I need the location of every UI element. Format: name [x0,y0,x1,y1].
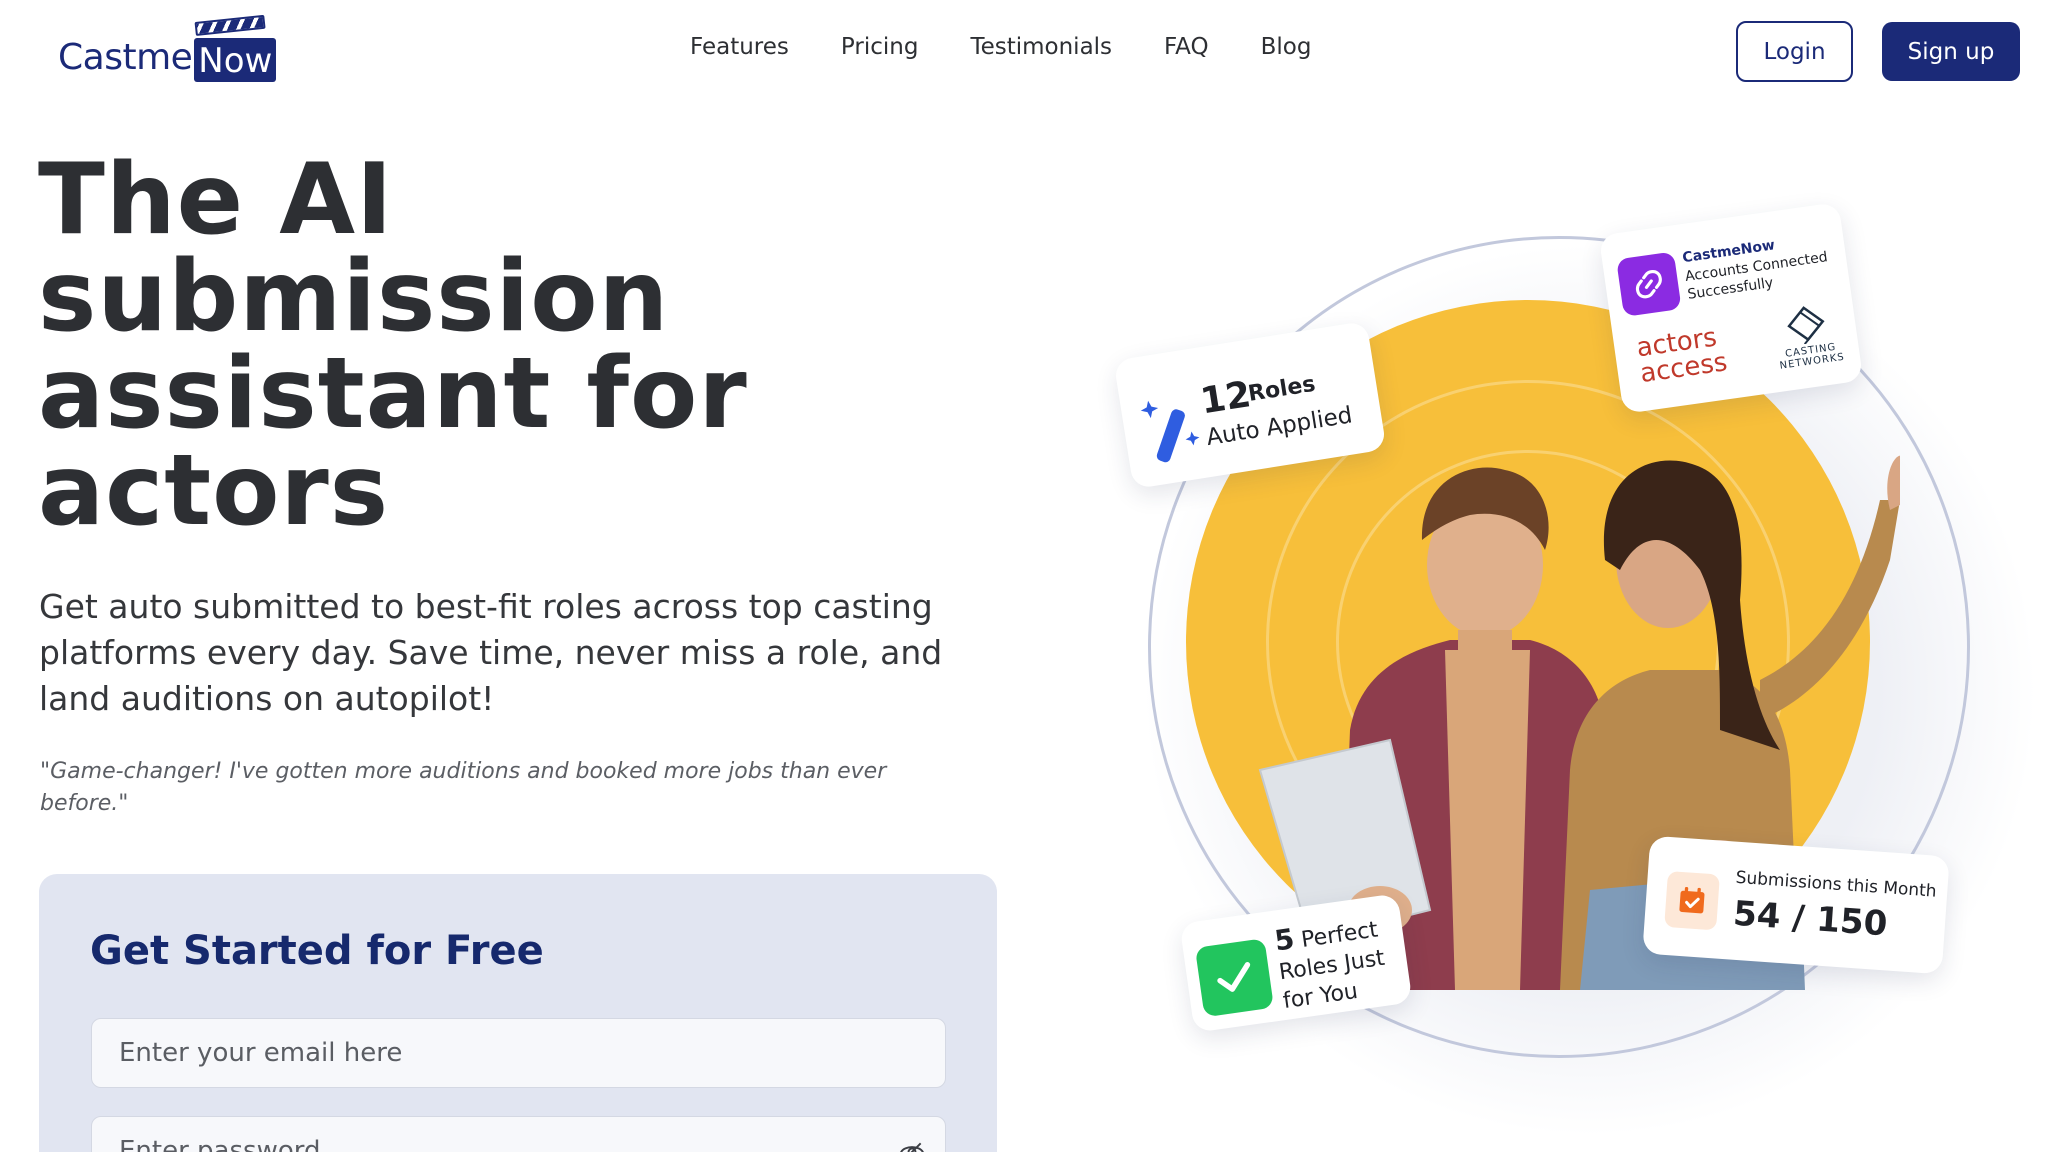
nav-links: Features Pricing Testimonials FAQ Blog [690,34,1311,60]
actors-access-logo: actors access [1634,322,1730,390]
login-button[interactable]: Login [1736,21,1853,82]
perfect-roles-text: 5 Perfect Roles Just for You [1272,909,1414,1016]
eye-off-icon[interactable] [899,1139,925,1152]
logo-text-castme: Castme [58,37,193,78]
signup-button[interactable]: Sign up [1882,22,2020,81]
email-input[interactable] [91,1018,946,1088]
nav-link-pricing[interactable]: Pricing [841,34,919,60]
check-icon [1194,938,1274,1018]
signup-card: Get Started for Free [39,874,997,1152]
perfect-roles-label: Perfect Roles Just for You [1277,917,1387,1015]
testimonial-quote: "Game-changer! I've gotten more audition… [40,759,887,816]
logo-text-now-box: Now [194,14,277,82]
submissions-value: 54 / 150 [1731,893,1889,945]
perfect-roles-count: 5 [1272,922,1297,958]
wand-icon [1140,400,1200,463]
nav-link-features[interactable]: Features [690,34,789,60]
signup-card-title: Get Started for Free [90,928,544,974]
logo-text-now: Now [198,41,273,81]
hero-subcopy: Get auto submitted to best-fit roles acr… [39,587,943,718]
hero-headline: The AI submission assistant for actors [38,143,748,548]
link-icon [1616,251,1682,317]
nav-link-faq[interactable]: FAQ [1164,34,1209,60]
submissions-badge: Submissions this Month 54 / 150 [1642,835,1950,975]
casting-networks-logo: CASTING NETWORKS [1779,341,1846,372]
clapperboard-icon [194,14,266,36]
top-nav: Castme Now Features Pricing Testimonials… [0,0,2048,100]
nav-link-blog[interactable]: Blog [1261,34,1312,60]
password-input[interactable] [91,1116,946,1152]
calendar-check-icon [1664,870,1720,931]
roles-label: Roles [1246,371,1318,407]
roles-count: 12 [1197,374,1254,423]
accounts-connected-badge: CastmeNow Accounts Connected Successfull… [1598,202,1864,414]
nav-link-testimonials[interactable]: Testimonials [970,34,1112,60]
casting-networks-icon [1787,306,1825,345]
brand-logo[interactable]: Castme Now [58,14,277,82]
